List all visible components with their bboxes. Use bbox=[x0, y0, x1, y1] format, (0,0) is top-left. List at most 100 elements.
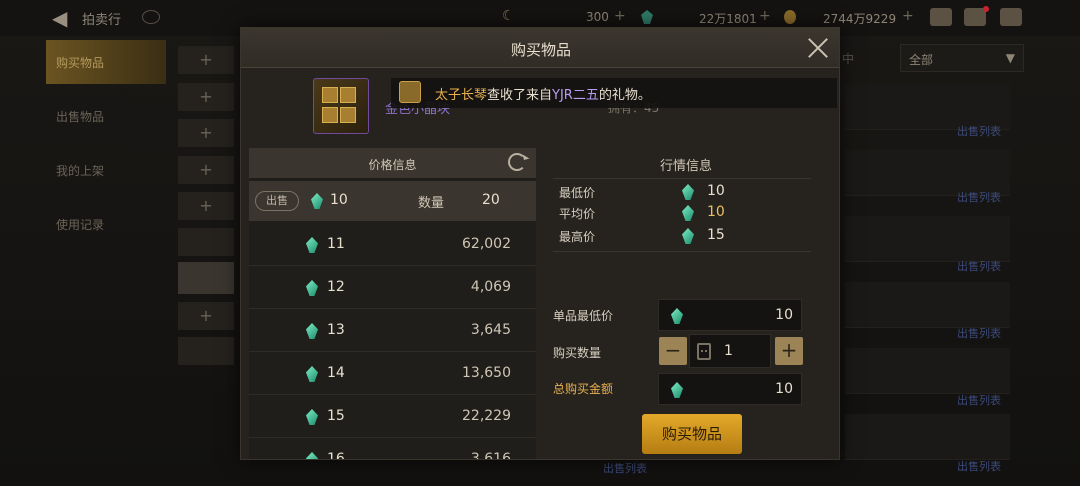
price-row-price: 12 bbox=[327, 279, 345, 295]
chevron-down-icon: ▼ bbox=[1005, 51, 1015, 65]
sell-tag: 出售 bbox=[255, 191, 299, 211]
background-listing-row bbox=[845, 282, 1010, 328]
category-expand-button[interactable]: + bbox=[178, 302, 234, 330]
price-row[interactable]: 15 22,229 bbox=[249, 395, 536, 438]
divider bbox=[553, 251, 811, 252]
min-price-label: 最低价 bbox=[559, 186, 596, 200]
sell-price: 10 bbox=[330, 192, 348, 208]
quantity-value: 20 bbox=[482, 192, 500, 208]
dialog-header: 购买物品 bbox=[241, 28, 839, 68]
sell-row[interactable]: 出售 10 数量 20 bbox=[249, 181, 536, 221]
sell-list-link[interactable]: 出售列表 bbox=[957, 189, 1001, 205]
price-info-panel: 价格信息 出售 10 数量 20 11 62,002 12 4,069 13 3… bbox=[249, 148, 536, 460]
category-expand-button[interactable]: + bbox=[178, 192, 234, 220]
item-icon bbox=[313, 78, 369, 134]
background-listing-row bbox=[845, 348, 1010, 394]
background-listing-row bbox=[845, 216, 1010, 262]
gem-icon bbox=[671, 308, 683, 324]
gold-icon bbox=[784, 10, 796, 24]
gem-icon bbox=[682, 205, 694, 221]
calculator-icon[interactable] bbox=[697, 343, 711, 360]
unit-price-field: 10 bbox=[658, 299, 802, 331]
sell-list-link[interactable]: 出售列表 bbox=[603, 460, 647, 476]
gem-icon bbox=[306, 237, 318, 253]
decrease-quantity-button[interactable]: − bbox=[659, 337, 687, 365]
back-arrow-icon[interactable]: ◀ bbox=[52, 7, 76, 29]
total-price-value: 10 bbox=[775, 381, 793, 397]
price-row-quantity: 3,645 bbox=[470, 322, 511, 338]
divider bbox=[553, 178, 811, 179]
add-gem-button[interactable]: + bbox=[759, 8, 771, 24]
close-icon[interactable] bbox=[807, 37, 829, 59]
moon-coin-value: 300 bbox=[586, 10, 609, 24]
auction-house-title: 拍卖行 bbox=[82, 13, 122, 28]
max-price-label: 最高价 bbox=[559, 230, 596, 244]
gem-value: 22万1801 bbox=[699, 12, 757, 26]
bag-icon[interactable] bbox=[930, 8, 952, 26]
gem-icon bbox=[671, 382, 683, 398]
refresh-icon[interactable] bbox=[508, 153, 526, 171]
price-row-price: 15 bbox=[327, 408, 345, 424]
category-expand-button[interactable]: + bbox=[178, 83, 234, 111]
dialog-title: 购买物品 bbox=[510, 41, 571, 59]
unit-price-label: 单品最低价 bbox=[553, 309, 614, 323]
quantity-input-value: 1 bbox=[724, 343, 733, 359]
sell-list-link[interactable]: 出售列表 bbox=[957, 325, 1001, 341]
gem-icon bbox=[306, 452, 318, 459]
gem-icon bbox=[682, 228, 694, 244]
gift-notice-text: 太子长琴查收了来自YJR二五的礼物。 bbox=[435, 88, 651, 103]
avg-price-label: 平均价 bbox=[559, 207, 596, 221]
notification-dot bbox=[983, 6, 989, 12]
price-row-price: 16 bbox=[327, 451, 345, 460]
gem-icon bbox=[306, 366, 318, 382]
category-expand-button[interactable]: + bbox=[178, 46, 234, 74]
sell-list-link[interactable]: 出售列表 bbox=[957, 392, 1001, 408]
quantity-label: 购买数量 bbox=[553, 346, 602, 360]
category-item[interactable] bbox=[178, 337, 234, 365]
gift-box-icon bbox=[399, 81, 421, 103]
increase-quantity-button[interactable]: + bbox=[775, 337, 803, 365]
price-row[interactable]: 14 13,650 bbox=[249, 352, 536, 395]
price-row-quantity: 4,069 bbox=[470, 279, 511, 295]
gem-icon bbox=[306, 323, 318, 339]
gem-icon bbox=[306, 280, 318, 296]
unit-price-value: 10 bbox=[775, 307, 793, 323]
add-moon-coin-button[interactable]: + bbox=[614, 8, 626, 24]
price-row[interactable]: 13 3,645 bbox=[249, 309, 536, 352]
category-item-selected[interactable] bbox=[178, 262, 234, 294]
buy-button[interactable]: 购买物品 bbox=[642, 414, 742, 454]
purchase-dialog: 购买物品 金色小晶块 拥有：45 太子长琴查收了来自YJR二五的礼物。 价格信息… bbox=[240, 27, 840, 460]
price-row-price: 13 bbox=[327, 322, 345, 338]
price-info-header: 价格信息 bbox=[249, 148, 536, 178]
chat-icon[interactable] bbox=[1000, 8, 1022, 26]
filter-label: 中 bbox=[842, 52, 855, 66]
sidebar-item-history[interactable]: 使用记录 bbox=[46, 202, 166, 246]
price-row[interactable]: 16 3,616 bbox=[249, 438, 536, 460]
moon-coin-icon: ☾ bbox=[502, 8, 515, 24]
price-row[interactable]: 11 62,002 bbox=[249, 223, 536, 266]
price-row-price: 11 bbox=[327, 236, 345, 252]
price-row[interactable]: 12 4,069 bbox=[249, 266, 536, 309]
sell-list-link[interactable]: 出售列表 bbox=[957, 258, 1001, 274]
sidebar-item-buy[interactable]: 购买物品 bbox=[46, 40, 166, 84]
quantity-input[interactable]: 1 bbox=[689, 334, 771, 368]
total-price-label: 总购买金额 bbox=[553, 382, 614, 396]
sidebar-item-my-listings[interactable]: 我的上架 bbox=[46, 148, 166, 192]
price-row-quantity: 13,650 bbox=[462, 365, 511, 381]
filter-dropdown[interactable]: 全部 ▼ bbox=[900, 44, 1024, 72]
min-price-value: 10 bbox=[707, 183, 725, 199]
avg-price-value: 10 bbox=[707, 204, 725, 220]
market-info-title: 行情信息 bbox=[659, 159, 712, 174]
category-expand-button[interactable]: + bbox=[178, 156, 234, 184]
add-gold-button[interactable]: + bbox=[902, 8, 914, 24]
gem-icon bbox=[682, 184, 694, 200]
sell-list-link[interactable]: 出售列表 bbox=[957, 458, 1001, 474]
background-listing-row bbox=[845, 414, 1010, 460]
gold-value: 2744万9229 bbox=[823, 12, 897, 26]
sidebar-item-sell[interactable]: 出售物品 bbox=[46, 94, 166, 138]
eye-icon[interactable] bbox=[142, 10, 160, 24]
category-item[interactable] bbox=[178, 228, 234, 256]
filter-value: 全部 bbox=[909, 53, 934, 67]
category-expand-button[interactable]: + bbox=[178, 119, 234, 147]
sell-list-link[interactable]: 出售列表 bbox=[957, 123, 1001, 139]
